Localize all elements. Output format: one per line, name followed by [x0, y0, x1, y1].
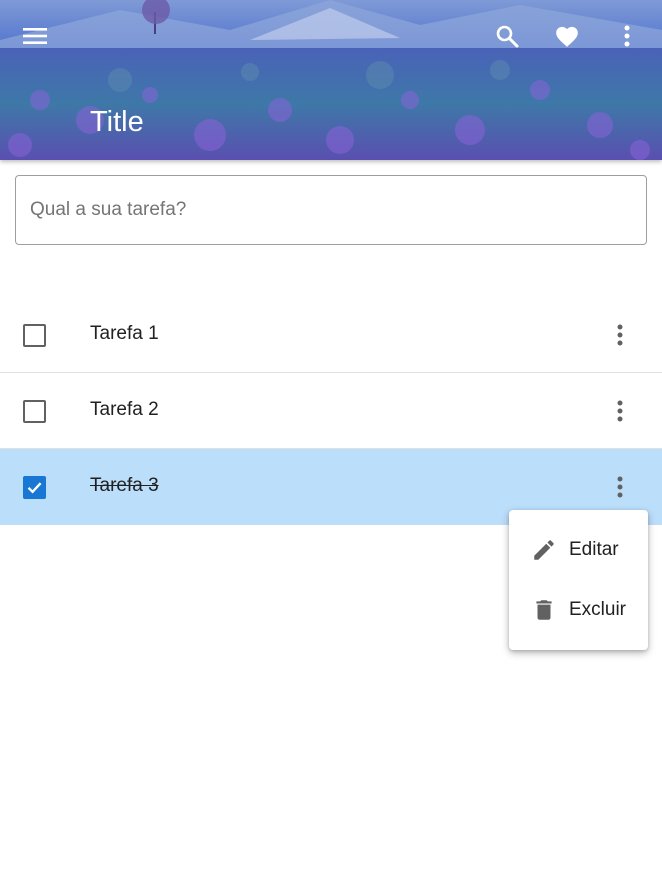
task-row[interactable]: Tarefa 1 [0, 297, 662, 373]
search-icon [496, 25, 519, 48]
delete-trash-icon [536, 600, 552, 620]
task-context-menu: Editar Excluir [509, 510, 648, 650]
checkmark-icon [27, 482, 42, 494]
task-input[interactable] [16, 176, 646, 244]
menu-icon [23, 28, 47, 44]
task-row[interactable]: Tarefa 2 [0, 373, 662, 449]
more-vert-icon [617, 324, 623, 346]
task-checkbox[interactable] [23, 400, 46, 423]
more-vert-icon [617, 476, 623, 498]
more-vert-icon [617, 400, 623, 422]
search-button[interactable] [485, 14, 529, 58]
task-more-button[interactable] [605, 319, 635, 351]
task-more-button[interactable] [605, 471, 635, 503]
task-label: Tarefa 1 [90, 323, 159, 344]
app-bar-title: Title [90, 106, 144, 138]
task-label: Tarefa 3 [90, 475, 159, 496]
task-checkbox[interactable] [23, 324, 46, 347]
task-input-container [15, 175, 647, 245]
task-label: Tarefa 2 [90, 399, 159, 420]
menu-item-label: Editar [569, 539, 619, 560]
overflow-menu-button[interactable] [605, 14, 649, 58]
favorite-button[interactable] [545, 14, 589, 58]
app-bar: Title [0, 0, 662, 160]
menu-item-delete[interactable]: Excluir [509, 582, 648, 638]
heart-icon [556, 26, 578, 47]
task-list: Tarefa 1 Tarefa 2 Tarefa 3 [0, 297, 662, 525]
more-vert-icon [624, 25, 630, 47]
menu-item-edit[interactable]: Editar [509, 522, 648, 578]
task-checkbox-checked[interactable] [23, 476, 46, 499]
menu-button[interactable] [13, 14, 57, 58]
task-more-button[interactable] [605, 395, 635, 427]
menu-item-label: Excluir [569, 599, 627, 620]
edit-pencil-icon [534, 540, 554, 560]
